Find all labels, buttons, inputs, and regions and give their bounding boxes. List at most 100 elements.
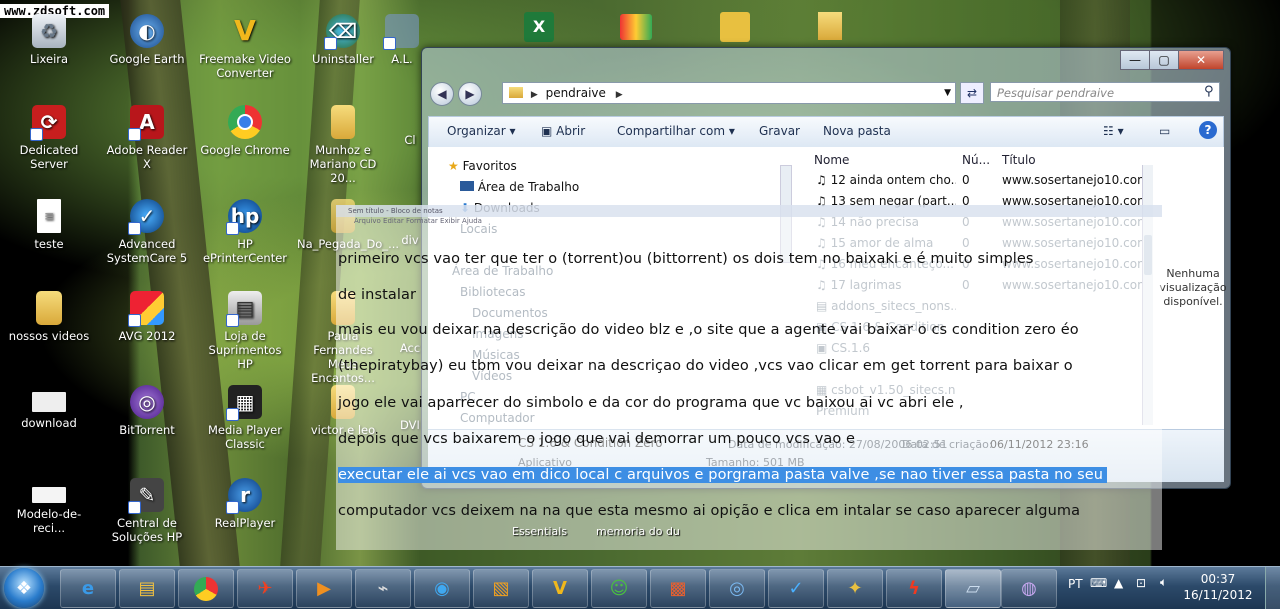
view-options-icon[interactable]: ☷ ▾ (1103, 124, 1124, 138)
search-icon[interactable]: ⚲ (1204, 84, 1214, 99)
hp-eprinter-icon: hp (226, 199, 262, 235)
taskbar-game[interactable]: ▩ (650, 569, 706, 608)
close-button[interactable]: ✕ (1178, 50, 1224, 70)
maximize-button[interactable]: ▢ (1149, 50, 1179, 70)
desktop-icon-google-earth[interactable]: ◐ Google Earth (101, 14, 193, 66)
address-bar[interactable]: ▶ pendraive ▶ ▼ (502, 82, 956, 104)
desktop-icon-hp-eprinter[interactable]: hp HP ePrinterCenter (199, 199, 291, 265)
bittorrent-icon: ◍ (1021, 578, 1037, 599)
notepad-line[interactable]: computador vcs deixem na na que esta mes… (338, 503, 1080, 519)
taskbar-advanced-systemcare[interactable]: ✓ (768, 569, 824, 608)
show-desktop-button[interactable] (1265, 567, 1280, 609)
notepad-window[interactable]: Sem título - Bloco de notas Arquivo Edit… (336, 205, 1162, 550)
notepad-line[interactable]: (thepiratybay) eu tbm vou deixar na desc… (338, 358, 1073, 374)
desktop-icon-munhoz-e-mariano[interactable]: Munhoz e Mariano CD 20... (297, 105, 389, 185)
text-file-icon: ≡ (37, 199, 61, 233)
excel-icon[interactable]: X (524, 12, 554, 42)
keyboard-icon[interactable]: ⌨ (1090, 576, 1107, 590)
notepad-line[interactable]: jogo ele vai aparrecer do simbolo e da c… (338, 395, 964, 411)
taskbar-freemake[interactable]: V (532, 569, 588, 608)
volume-icon[interactable]: 🔈︎ (1160, 575, 1167, 590)
breadcrumb-separator-icon: ▶ (615, 90, 623, 100)
taskbar-winamp[interactable]: ▧ (473, 569, 529, 608)
star-icon: ★ (448, 159, 459, 173)
forward-button[interactable]: ▶ (458, 82, 482, 106)
desktop-icon-hp-store[interactable]: ▤ Loja de Suprimentos HP (199, 291, 291, 371)
column-title[interactable]: Título (1002, 153, 1036, 167)
taskbar-jetaudio[interactable]: ✈ (237, 569, 293, 608)
desktop-icon-modelo-de-recibo[interactable]: Modelo-de-reci... (3, 487, 95, 535)
desktop-icon-lixeira[interactable]: ♻ Lixeira (3, 14, 95, 66)
network-icon[interactable]: ⊡ (1136, 576, 1146, 590)
nav-item-favorites[interactable]: ★ Favoritos (448, 159, 517, 173)
navigation-bar: ◀ ▶ ▶ pendraive ▶ ▼ ⇄ Pesquisar pendraiv… (430, 80, 1222, 106)
table-row[interactable]: ♫ 12 ainda ontem cho... (816, 173, 956, 187)
notepad-line[interactable]: mais eu vou deixar na descrição do video… (338, 322, 1079, 338)
nav-item-desktop[interactable]: Área de Trabalho (460, 180, 579, 194)
desktop-icon-avg[interactable]: AVG 2012 (101, 291, 193, 343)
back-button[interactable]: ◀ (430, 82, 454, 106)
desktop-icon-bittorrent[interactable]: ◎ BitTorrent (101, 385, 193, 437)
desktop-icon-media-player-classic[interactable]: ▦ Media Player Classic (199, 385, 291, 451)
folder-icon (331, 105, 355, 139)
taskbar-bittorrent[interactable]: ◍ (1001, 569, 1057, 608)
chrome-icon (194, 576, 218, 601)
refresh-button[interactable]: ⇄ (960, 82, 984, 104)
taskbar-internet-explorer[interactable]: e (60, 569, 116, 608)
clock[interactable]: 00:37 16/11/2012 (1182, 571, 1254, 603)
notepad-icon: ▱ (966, 578, 980, 599)
open-icon: ▣ (541, 124, 553, 138)
help-icon[interactable]: ? (1199, 121, 1217, 139)
notepad-line[interactable]: depois que vcs baixarem o jogo que vai d… (338, 431, 855, 447)
row-title: www.sosertanejo10.com (1002, 173, 1149, 187)
realplayer-icon: r (226, 478, 262, 514)
desktop-icon-teste[interactable]: ≡ teste (3, 199, 95, 251)
app-icon[interactable] (620, 14, 652, 40)
desktop-icon-dedicated-server[interactable]: ⟳ Dedicated Server (3, 105, 95, 171)
clock-date: 16/11/2012 (1183, 588, 1253, 602)
notepad-menu[interactable]: Arquivo Editar Formatar Exibir Ajuda (336, 217, 1162, 227)
organize-button[interactable]: Organizar ▾ (447, 124, 516, 138)
taskbar-flash[interactable]: ϟ (886, 569, 942, 608)
search-input[interactable]: Pesquisar pendraive (990, 82, 1220, 102)
internet-explorer-icon: e (81, 578, 95, 599)
desktop-icon-google-chrome[interactable]: Google Chrome (199, 105, 291, 157)
notepad-line-selected[interactable]: executar ele ai vcs vao em dico local c … (338, 467, 1108, 483)
chrome-icon (228, 105, 262, 139)
winamp-icon: ▧ (492, 578, 510, 599)
open-button[interactable]: ▣ Abrir (541, 124, 585, 138)
taskbar-app[interactable]: ◉ (414, 569, 470, 608)
taskbar-media-player[interactable]: ▶ (296, 569, 352, 608)
preview-pane-icon[interactable]: ▭ (1159, 124, 1170, 138)
desktop-icon-freemake[interactable]: V Freemake Video Converter (199, 14, 291, 81)
start-button[interactable]: ❖ (4, 568, 44, 608)
desktop-icon-download[interactable]: download (3, 392, 95, 430)
desktop-icon-hp-solution-center[interactable]: ✎ Central de Soluções HP (101, 478, 193, 544)
counter-strike-icon[interactable] (720, 12, 750, 42)
taskbar-notepad[interactable]: ▱ (945, 569, 1001, 608)
new-folder-button[interactable]: Nova pasta (823, 124, 891, 138)
desktop-icon-realplayer[interactable]: r RealPlayer (199, 478, 291, 530)
taskbar-windows-explorer[interactable]: ▤ (119, 569, 175, 608)
burn-button[interactable]: Gravar (759, 124, 800, 138)
desktop-icon-advanced-systemcare[interactable]: ✓ Advanced SystemCare 5 (101, 199, 193, 265)
taskbar-counter-strike[interactable]: ✦ (827, 569, 883, 608)
taskbar-dvd[interactable]: ◎ (709, 569, 765, 608)
folder-icon[interactable] (818, 12, 842, 40)
desktop-icon-adobe-reader[interactable]: A Adobe Reader X (101, 105, 193, 171)
show-hidden-icons-icon[interactable]: ▲ (1114, 576, 1123, 590)
taskbar-usb-tool[interactable]: ⌁ (355, 569, 411, 608)
notepad-line[interactable]: primeiro vcs vao ter que ter o (torrent)… (338, 251, 1034, 267)
column-name[interactable]: Nome (814, 153, 849, 167)
minimize-button[interactable]: — (1120, 50, 1150, 70)
taskbar-messenger[interactable]: ☺ (591, 569, 647, 608)
chevron-down-icon[interactable]: ▼ (944, 83, 951, 103)
column-number[interactable]: Nú... (962, 153, 990, 167)
notepad-line[interactable]: de instalar (338, 287, 416, 303)
language-indicator[interactable]: PT (1068, 577, 1083, 591)
taskbar-chrome[interactable] (178, 569, 234, 608)
share-button[interactable]: Compartilhar com ▾ (617, 124, 735, 138)
window-controls: — ▢ ✕ (1120, 50, 1224, 70)
desktop-icon-nossos-videos[interactable]: nossos videos (3, 291, 95, 343)
notepad-titlebar[interactable]: Sem título - Bloco de notas (336, 205, 1162, 217)
